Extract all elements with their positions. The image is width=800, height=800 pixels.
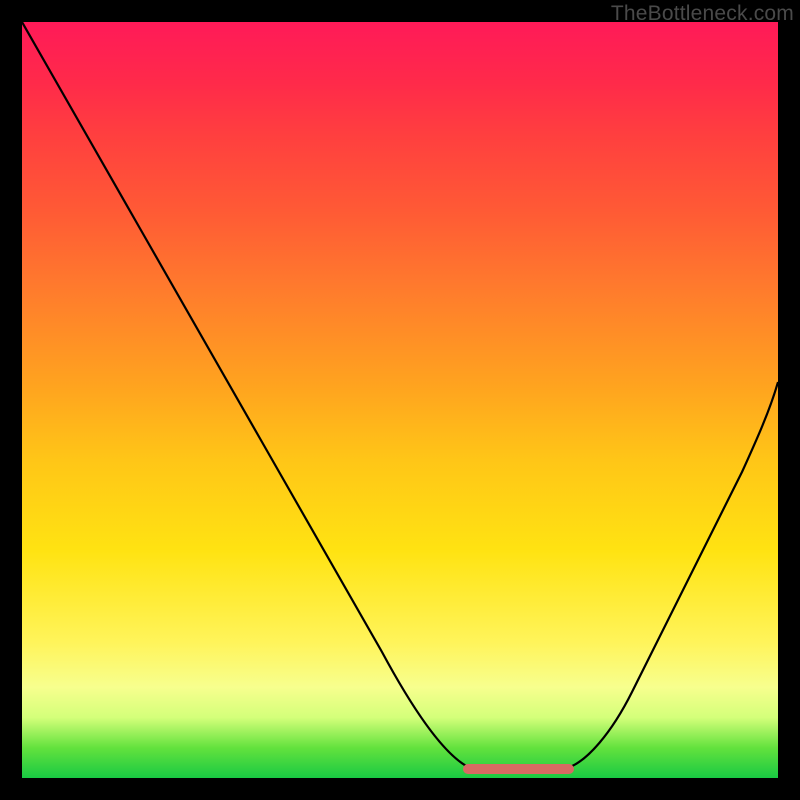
watermark-text: TheBottleneck.com — [611, 2, 794, 26]
plot-area — [22, 22, 778, 778]
curve-layer — [22, 22, 778, 778]
bottleneck-curve — [22, 22, 778, 768]
chart-frame: TheBottleneck.com — [0, 0, 800, 800]
